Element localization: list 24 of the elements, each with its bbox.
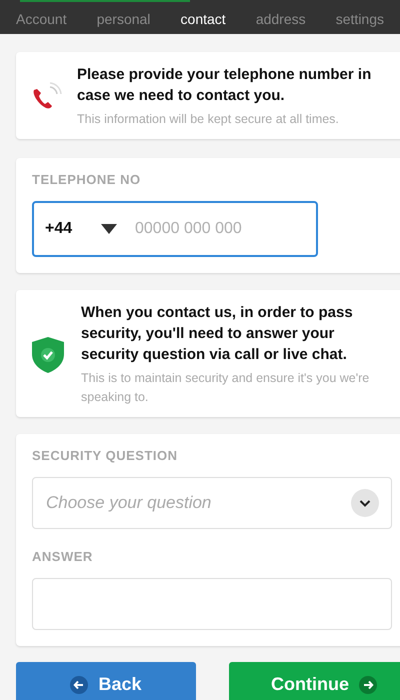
chevron-down-icon[interactable] — [351, 489, 379, 517]
tab[interactable]: settings — [336, 8, 384, 26]
telephone-field[interactable]: +44 00000 000 000 — [32, 201, 318, 257]
dropdown-icon[interactable] — [101, 224, 117, 234]
field-label: SECURITY QUESTION — [32, 448, 179, 463]
arrow-right-icon — [359, 676, 377, 694]
notice-title: Please provide your telephone number in case we need to contact you. — [77, 65, 372, 106]
tab[interactable]: contact — [180, 8, 226, 26]
field-label: TELEPHONE NO — [32, 172, 142, 187]
tab[interactable]: Account — [16, 8, 67, 26]
tab[interactable]: personal — [96, 8, 150, 26]
field-label: ANSWER — [32, 549, 94, 564]
answer-field[interactable] — [32, 578, 392, 630]
notice-text: This information will be kept secure at all times. — [77, 111, 340, 128]
country-code[interactable]: +44 — [45, 220, 101, 238]
question-select[interactable]: Choose your question — [32, 477, 392, 529]
shield-check-icon — [30, 336, 66, 374]
notice-title: When you contact us, in order to pass security, you'll need to answer your security question via call or live chat. — [81, 303, 354, 365]
tab[interactable]: address — [256, 8, 306, 26]
arrow-left-icon — [70, 676, 88, 694]
back-button[interactable]: Back — [16, 662, 196, 700]
notice-text: This is to maintain security and ensure it's you we're speaking to. — [81, 370, 370, 406]
continue-button[interactable]: Continue — [229, 662, 400, 700]
select-placeholder: Choose your question — [46, 493, 212, 513]
